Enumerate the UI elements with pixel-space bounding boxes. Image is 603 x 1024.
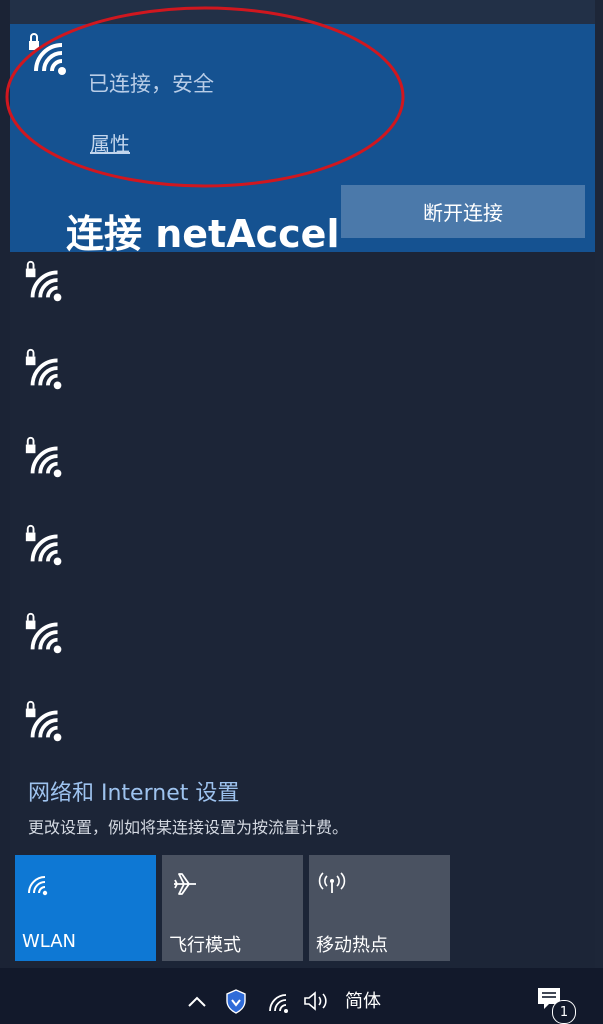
wifi-secured-icon xyxy=(25,260,62,302)
hotspot-tile-label: 移动热点 xyxy=(316,935,388,956)
airplane-tile-label: 飞行模式 xyxy=(169,935,241,956)
wifi-secured-icon xyxy=(25,524,62,566)
wifi-secured-icon xyxy=(25,612,62,654)
notification-count-badge: 1 xyxy=(552,1000,576,1024)
wlan-toggle-tile[interactable]: WLAN xyxy=(15,855,156,961)
airplane-mode-tile[interactable]: 飞行模式 xyxy=(162,855,303,961)
hotspot-icon xyxy=(318,872,346,893)
taskbar-wifi-icon[interactable] xyxy=(266,986,292,1016)
network-list-item[interactable] xyxy=(22,434,582,514)
wifi-secured-icon xyxy=(25,436,62,478)
wifi-secured-icon xyxy=(25,700,62,742)
volume-icon[interactable] xyxy=(302,986,330,1016)
network-settings-link[interactable]: 网络和 Internet 设置 xyxy=(28,775,239,807)
security-shield-icon[interactable] xyxy=(224,986,248,1016)
network-list-item[interactable] xyxy=(22,610,582,690)
disconnect-button[interactable]: 断开连接 xyxy=(341,185,585,238)
network-list-item[interactable] xyxy=(22,258,582,338)
network-settings-description: 更改设置，例如将某连接设置为按流量计费。 xyxy=(28,818,349,837)
wifi-secured-icon xyxy=(25,348,62,390)
airplane-icon xyxy=(174,873,196,895)
annotation-ellipse xyxy=(5,6,405,188)
network-list-item[interactable] xyxy=(22,346,582,426)
mobile-hotspot-tile[interactable]: 移动热点 xyxy=(309,855,450,961)
wlan-tile-label: WLAN xyxy=(22,931,77,952)
flyout-right-edge xyxy=(595,0,603,968)
network-list-item[interactable] xyxy=(22,522,582,602)
wifi-icon xyxy=(28,876,48,896)
show-hidden-icons-chevron-icon[interactable] xyxy=(186,986,208,1016)
network-list-item[interactable] xyxy=(22,698,582,778)
network-flyout: 已连接，安全 属性 断开连接 连接 netAccel 网络和 Internet … xyxy=(0,0,603,968)
overlay-title: 连接 netAccel xyxy=(66,212,340,256)
input-language-indicator[interactable]: 简体 xyxy=(345,987,381,1013)
